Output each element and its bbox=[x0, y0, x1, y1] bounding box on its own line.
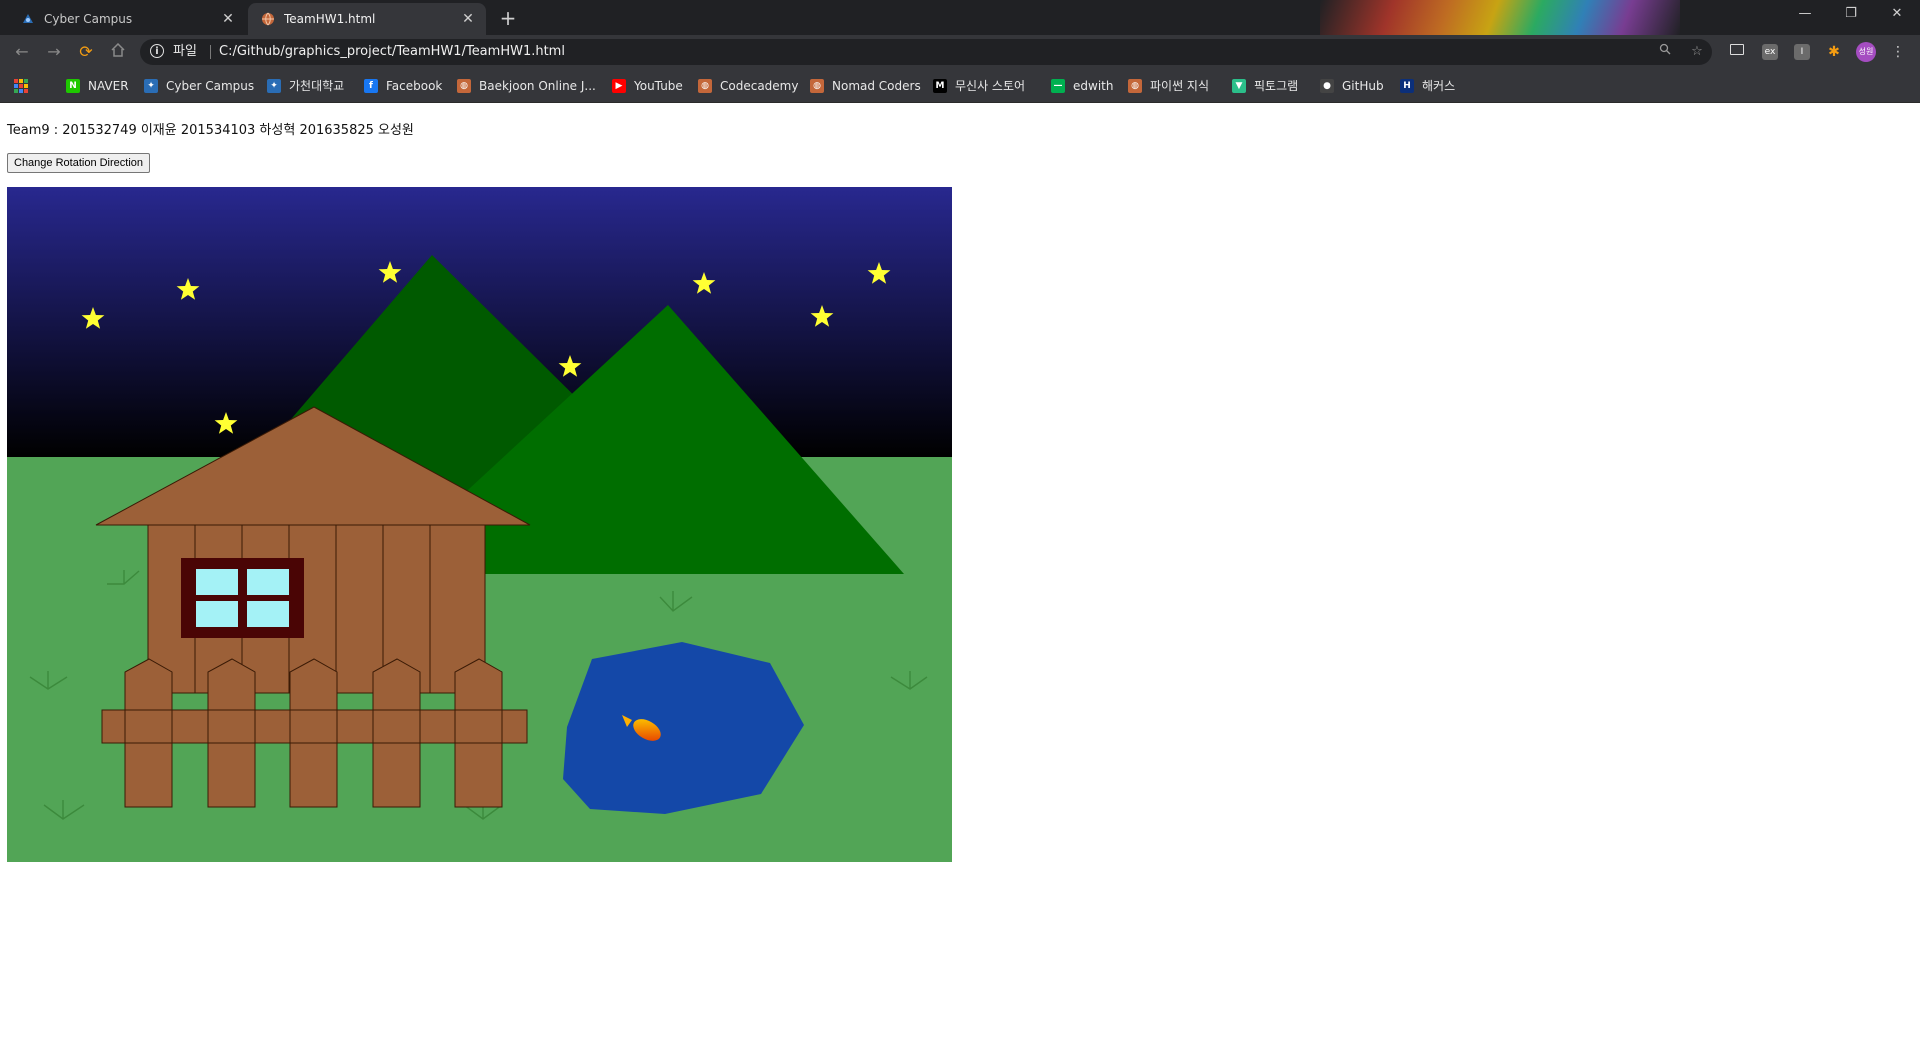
bookmark-item[interactable]: M 무신사 스토어 bbox=[933, 69, 1025, 102]
naver-icon: N bbox=[66, 78, 80, 93]
bookmark-item[interactable]: ◍ Baekjoon Online J... bbox=[457, 69, 596, 102]
extension-icon[interactable]: I bbox=[1794, 44, 1810, 60]
forward-icon[interactable]: → bbox=[42, 40, 66, 64]
tab-strip: Cyber Campus ✕ TeamHW1.html ✕ + — ❐ ✕ bbox=[0, 0, 1920, 35]
cast-icon[interactable] bbox=[1730, 44, 1744, 55]
new-tab-button[interactable]: + bbox=[496, 6, 520, 30]
bookmark-label: Cyber Campus bbox=[166, 78, 255, 93]
bookmark-item[interactable]: N NAVER bbox=[66, 69, 129, 102]
bookmark-label: Nomad Coders bbox=[832, 78, 921, 93]
bookmark-label: Codecademy bbox=[720, 78, 799, 93]
bookmark-item[interactable]: ◍ Nomad Coders bbox=[810, 69, 921, 102]
bookmark-label: 가천대학교 bbox=[289, 79, 345, 93]
bookmark-item[interactable]: ◍ 파이썬 지식 bbox=[1128, 69, 1209, 102]
bookmark-item[interactable]: ▶ YouTube bbox=[612, 69, 683, 102]
musinsa-icon: M bbox=[933, 78, 947, 93]
apps-grid-icon[interactable] bbox=[14, 79, 28, 93]
bookmark-label: YouTube bbox=[634, 78, 683, 93]
bookmark-label: Baekjoon Online J... bbox=[479, 78, 596, 93]
globe-icon: ◍ bbox=[457, 78, 471, 93]
globe-icon: ◍ bbox=[698, 78, 712, 93]
menu-icon[interactable]: ⋮ bbox=[1890, 44, 1906, 60]
puzzle-icon[interactable]: ✱ bbox=[1826, 44, 1842, 60]
theme-background bbox=[1320, 0, 1680, 35]
edwith-icon: — bbox=[1051, 78, 1065, 93]
house-window bbox=[181, 558, 304, 638]
bookmark-item[interactable]: ◍ Codecademy bbox=[698, 69, 798, 102]
youtube-icon: ▶ bbox=[612, 78, 626, 93]
bookmark-label: 픽토그램 bbox=[1254, 79, 1299, 93]
reload-icon[interactable]: ⟳ bbox=[74, 40, 98, 64]
extension-icon[interactable]: ex bbox=[1762, 44, 1778, 60]
tab-cyber-campus[interactable]: Cyber Campus ✕ bbox=[8, 3, 246, 35]
profile-avatar[interactable]: 성원 bbox=[1856, 42, 1876, 62]
pictogram-icon: ▼ bbox=[1232, 78, 1246, 93]
bookmark-item[interactable]: — edwith bbox=[1051, 69, 1113, 102]
site-info-icon[interactable]: i bbox=[150, 44, 164, 58]
bookmark-label: edwith bbox=[1073, 78, 1114, 93]
bookmark-label: Facebook bbox=[386, 78, 443, 93]
close-tab-icon[interactable]: ✕ bbox=[460, 11, 476, 27]
home-icon[interactable] bbox=[106, 40, 130, 64]
globe-icon: ◍ bbox=[1128, 78, 1142, 93]
hackers-icon: H bbox=[1400, 78, 1414, 93]
tab-title: TeamHW1.html bbox=[284, 12, 376, 26]
bookmark-item[interactable]: H 해커스 bbox=[1400, 69, 1455, 102]
bookmark-label: 해커스 bbox=[1422, 79, 1456, 93]
bookmarks-bar: N NAVER ✦ Cyber Campus ✦ 가천대학교 f Facebook ◍ Baekj… bbox=[0, 69, 1920, 103]
globe-icon: ◍ bbox=[810, 78, 824, 93]
fence bbox=[101, 658, 528, 808]
globe-icon bbox=[260, 11, 276, 27]
bookmark-label: NAVER bbox=[88, 78, 129, 93]
scene-canvas bbox=[7, 187, 952, 862]
bookmark-label: GitHub bbox=[1342, 78, 1384, 93]
bookmark-label: 파이썬 지식 bbox=[1150, 79, 1210, 93]
bookmark-star-icon[interactable]: ☆ bbox=[1688, 43, 1706, 61]
change-rotation-direction-button[interactable]: Change Rotation Direction bbox=[7, 153, 151, 173]
restore-icon[interactable]: ❐ bbox=[1828, 0, 1874, 30]
url-text[interactable]: C:/Github/graphics_project/TeamHW1/TeamH… bbox=[219, 39, 565, 65]
file-scheme-label: 파일 bbox=[173, 44, 197, 59]
team-info-text: Team9 : 201532749 이재윤 201534103 하성혁 2016… bbox=[7, 123, 414, 138]
bookmark-item[interactable]: ✦ Cyber Campus bbox=[144, 69, 254, 102]
bookmark-item[interactable]: ▼ 픽토그램 bbox=[1232, 69, 1298, 102]
github-icon: ● bbox=[1320, 78, 1334, 93]
tab-teamhw1[interactable]: TeamHW1.html ✕ bbox=[248, 3, 486, 35]
bookmark-item[interactable]: f Facebook bbox=[364, 69, 442, 102]
close-tab-icon[interactable]: ✕ bbox=[220, 11, 236, 27]
back-icon[interactable]: ← bbox=[10, 40, 34, 64]
cyber-campus-icon: ✦ bbox=[144, 78, 158, 93]
address-bar[interactable]: i 파일 C:/Github/graphics_project/TeamHW1/… bbox=[140, 39, 1712, 65]
close-window-icon[interactable]: ✕ bbox=[1874, 0, 1920, 30]
minimize-icon[interactable]: — bbox=[1782, 0, 1828, 30]
bookmark-item[interactable]: ✦ 가천대학교 bbox=[267, 69, 344, 102]
facebook-icon: f bbox=[364, 78, 378, 93]
tab-title: Cyber Campus bbox=[44, 12, 133, 26]
bookmark-label: 무신사 스토어 bbox=[955, 79, 1026, 93]
divider bbox=[210, 45, 211, 59]
zoom-icon[interactable] bbox=[1656, 43, 1674, 61]
cyber-campus-icon bbox=[20, 11, 36, 27]
gachon-icon: ✦ bbox=[267, 78, 281, 93]
bookmark-item[interactable]: ● GitHub bbox=[1320, 69, 1384, 102]
browser-toolbar: ← → ⟳ i 파일 C:/Github/graphics_project/Te… bbox=[0, 35, 1920, 69]
